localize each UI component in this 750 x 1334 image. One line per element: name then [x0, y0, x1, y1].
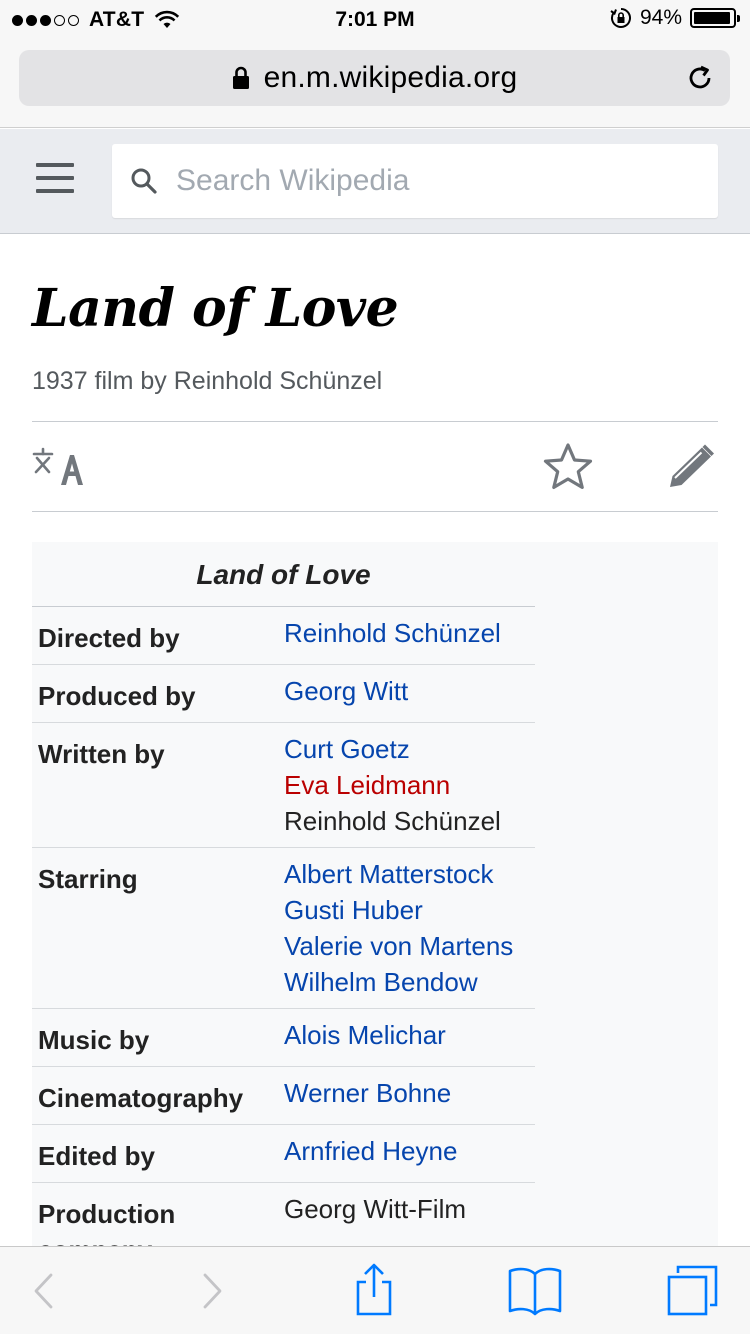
infobox-row: Written by Curt Goetz Eva Leidmann Reinhold… — [32, 723, 535, 848]
infobox-row: Starring Albert Matterstock Gusti Huber Val… — [32, 848, 535, 1009]
infobox-values: Werner Bohne — [284, 1067, 535, 1116]
infobox-link[interactable]: Reinhold Schünzel — [284, 615, 535, 651]
battery-percentage: 94% — [639, 6, 682, 29]
tabs-icon[interactable] — [664, 1263, 720, 1319]
infobox-values: Georg Witt — [284, 665, 535, 714]
search-icon — [131, 168, 157, 194]
pencil-icon[interactable] — [664, 443, 718, 493]
divider — [32, 511, 718, 512]
orientation-lock-icon — [610, 8, 631, 28]
infobox-link[interactable]: Gusti Huber — [284, 892, 535, 928]
infobox-caption: Land of Love — [32, 542, 535, 607]
infobox-label: Cinematography — [38, 1083, 244, 1113]
infobox-link[interactable]: Eva Leidmann — [284, 767, 535, 803]
infobox: Land of Love Directed by Reinhold Schünze… — [32, 542, 535, 1277]
status-bar: AT&T 7:01 PM 94% — [0, 0, 750, 40]
infobox-link[interactable]: Albert Matterstock — [284, 856, 535, 892]
infobox-link[interactable]: Arnfried Heyne — [284, 1133, 535, 1169]
infobox-values: Arnfried Heyne — [284, 1125, 535, 1174]
infobox-values: Alois Melichar — [284, 1009, 535, 1058]
infobox-value: Georg Witt-Film — [284, 1194, 466, 1224]
browser-toolbar: en.m.wikipedia.org — [0, 40, 750, 128]
infobox-label: Music by — [38, 1025, 150, 1055]
language-icon[interactable] — [32, 445, 86, 489]
infobox-label: Written by — [38, 739, 165, 769]
infobox-label: Edited by — [38, 1141, 156, 1171]
status-right: 94% — [610, 6, 740, 30]
infobox-label: Starring — [38, 864, 138, 894]
infobox-label: Directed by — [38, 623, 180, 653]
wiki-header — [0, 129, 750, 234]
divider — [32, 421, 718, 422]
infobox-label: Produced by — [38, 681, 196, 711]
infobox-link[interactable]: Werner Bohne — [284, 1075, 535, 1111]
lock-icon — [232, 66, 249, 89]
infobox-link[interactable]: Valerie von Martens — [284, 928, 535, 964]
infobox-values: Curt Goetz Eva Leidmann Reinhold Schünzel — [284, 723, 535, 839]
infobox-values: Albert Matterstock Gusti Huber Valerie von… — [284, 848, 535, 1000]
book-icon[interactable] — [505, 1265, 565, 1317]
safari-bottom-toolbar — [0, 1246, 750, 1334]
url-text: en.m.wikipedia.org — [263, 61, 518, 94]
infobox-row: Music by Alois Melichar — [32, 1009, 535, 1067]
search-box[interactable] — [112, 144, 718, 218]
infobox-link[interactable]: Alois Melichar — [284, 1017, 535, 1053]
infobox-row: Directed by Reinhold Schünzel — [32, 607, 535, 665]
search-input[interactable] — [176, 144, 696, 218]
page-title: Land of Love — [32, 278, 399, 339]
infobox-row: Produced by Georg Witt — [32, 665, 535, 723]
infobox-row: Cinematography Werner Bohne — [32, 1067, 535, 1125]
reload-icon[interactable] — [684, 62, 716, 94]
infobox-link[interactable]: Curt Goetz — [284, 731, 535, 767]
infobox-values: Reinhold Schünzel — [284, 607, 535, 656]
battery-icon — [690, 8, 740, 28]
address-bar[interactable]: en.m.wikipedia.org — [19, 50, 730, 106]
infobox-row: Edited by Arnfried Heyne — [32, 1125, 535, 1183]
share-icon[interactable] — [349, 1261, 399, 1317]
page-description: 1937 film by Reinhold Schünzel — [32, 367, 383, 395]
infobox-link[interactable]: Wilhelm Bendow — [284, 964, 535, 1000]
infobox-rows: Directed by Reinhold Schünzel Produced by G… — [32, 607, 535, 1277]
page-actions — [32, 423, 718, 511]
infobox-value: Reinhold Schünzel — [284, 806, 501, 836]
hamburger-menu-icon[interactable] — [36, 163, 74, 193]
chevron-left-icon[interactable] — [20, 1267, 70, 1315]
star-icon[interactable] — [542, 441, 594, 493]
chevron-right-icon[interactable] — [186, 1267, 236, 1315]
infobox-link[interactable]: Georg Witt — [284, 673, 535, 709]
